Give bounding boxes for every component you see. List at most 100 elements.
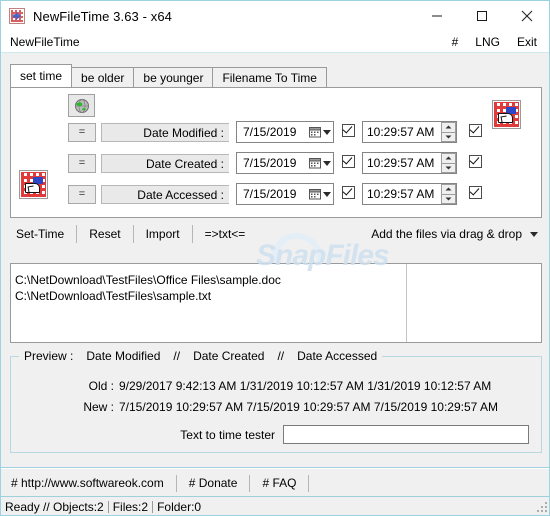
date-created-row: = Date Created : 7/15/2019 10:29:57 AM [11, 152, 541, 176]
drag-drop-label: Add the files via drag & drop [371, 227, 522, 241]
text-to-time-tester-label: Text to time tester [180, 427, 275, 442]
time-input-created[interactable]: 10:29:57 AM [362, 152, 457, 174]
spinner-down-icon[interactable] [441, 163, 456, 173]
operator-button-created[interactable]: = [68, 154, 96, 173]
preview-group: Preview : Date Modified // Date Created … [10, 349, 542, 453]
operator-button-modified[interactable]: = [68, 123, 96, 142]
export-txt-button[interactable]: =>txt<= [193, 225, 258, 243]
preview-legend: Preview : Date Modified // Date Created … [19, 349, 383, 363]
label-date-accessed: Date Accessed : [101, 185, 229, 204]
spinner-up-icon[interactable] [441, 122, 456, 133]
checkbox-time-created[interactable] [469, 155, 482, 168]
chevron-down-icon[interactable] [323, 160, 331, 166]
resize-grip-icon[interactable] [536, 501, 548, 513]
operator-button-accessed[interactable]: = [68, 185, 96, 204]
status-folder: Folder:0 [157, 500, 202, 514]
list-item[interactable]: C:\NetDownload\TestFiles\Office Files\sa… [15, 272, 541, 288]
date-input-modified[interactable]: 7/15/2019 [236, 121, 334, 143]
bottom-separator [1, 467, 549, 469]
tab-be-older[interactable]: be older [71, 67, 135, 87]
text-to-time-tester-row: Text to time tester [11, 425, 541, 444]
date-value-accessed: 7/15/2019 [243, 187, 297, 201]
globe-icon[interactable] [68, 94, 95, 117]
tab-filename-to-time[interactable]: Filename To Time [212, 67, 327, 87]
preview-legend-title: Preview : [24, 349, 74, 363]
time-spinner-created[interactable] [441, 153, 456, 173]
label-date-modified: Date Modified : [101, 123, 229, 142]
time-spinner-accessed[interactable] [441, 184, 456, 204]
chevron-down-icon[interactable] [323, 129, 331, 135]
date-value-created: 7/15/2019 [243, 156, 297, 170]
spinner-down-icon[interactable] [441, 194, 456, 204]
time-input-modified[interactable]: 10:29:57 AM [362, 121, 457, 143]
label-date-created: Date Created : [101, 154, 229, 173]
app-icon [9, 8, 25, 24]
tab-strip: set time be older be younger Filename To… [10, 64, 327, 87]
close-button[interactable] [504, 1, 549, 31]
list-item[interactable]: C:\NetDownload\TestFiles\sample.txt [15, 288, 541, 304]
red-grid-cursor-icon-left[interactable] [19, 170, 48, 199]
reset-button[interactable]: Reset [77, 225, 134, 243]
preview-old-label: Old : [88, 379, 114, 393]
menu-item-hash[interactable]: # [452, 35, 459, 49]
time-spinner-modified[interactable] [441, 122, 456, 142]
spinner-down-icon[interactable] [441, 132, 456, 142]
menu-right-group: # LNG Exit [452, 35, 549, 49]
tab-set-time[interactable]: set time [10, 64, 73, 87]
menu-item-newfiletime[interactable]: NewFileTime [10, 35, 80, 49]
file-list[interactable]: C:\NetDownload\TestFiles\Office Files\sa… [10, 263, 542, 343]
preview-old-row: Old : 9/29/2017 9:42:13 AM 1/31/2019 10:1… [11, 379, 541, 393]
menu-item-exit[interactable]: Exit [517, 35, 537, 49]
preview-legend-sep1: // [173, 349, 181, 363]
status-ready: Ready // Objects:2 [5, 500, 104, 514]
status-divider [107, 501, 109, 513]
date-input-accessed[interactable]: 7/15/2019 [236, 183, 334, 205]
minimize-button[interactable] [414, 1, 459, 31]
spinner-up-icon[interactable] [441, 153, 456, 164]
checkbox-date-created[interactable] [342, 155, 355, 168]
link-softwareok[interactable]: # http://www.softwareok.com [1, 475, 177, 492]
red-grid-cursor-icon-right[interactable] [492, 100, 521, 129]
status-divider [152, 501, 154, 513]
preview-legend-accessed: Date Accessed [297, 349, 378, 363]
set-time-button[interactable]: Set-Time [10, 225, 78, 243]
preview-old-values: 9/29/2017 9:42:13 AM 1/31/2019 10:12:57 … [119, 379, 492, 393]
chevron-down-icon[interactable] [530, 231, 538, 237]
checkbox-date-modified[interactable] [342, 124, 355, 137]
menu-item-lng[interactable]: LNG [475, 35, 500, 49]
set-time-panel: = Date Modified : 7/15/2019 10:29:57 AM [10, 87, 542, 218]
checkbox-time-modified[interactable] [469, 124, 482, 137]
calendar-icon[interactable] [309, 157, 331, 169]
tab-be-younger[interactable]: be younger [133, 67, 214, 87]
status-bar: Ready // Objects:2 Files:2 Folder:0 [1, 496, 549, 515]
menu-bar: NewFileTime # LNG Exit [1, 31, 549, 53]
chevron-down-icon[interactable] [323, 191, 331, 197]
checkbox-date-accessed[interactable] [342, 186, 355, 199]
time-value-created: 10:29:57 AM [367, 156, 435, 170]
app-window: NewFileTime 3.63 - x64 NewFileTime # LNG… [0, 0, 550, 516]
time-input-accessed[interactable]: 10:29:57 AM [362, 183, 457, 205]
time-value-accessed: 10:29:57 AM [367, 187, 435, 201]
status-files: Files:2 [112, 500, 149, 514]
import-button[interactable]: Import [134, 225, 193, 243]
checkbox-time-accessed[interactable] [469, 186, 482, 199]
links-bar: # http://www.softwareok.com # Donate # F… [1, 471, 549, 496]
calendar-icon[interactable] [309, 188, 331, 200]
preview-legend-created: Date Created [193, 349, 265, 363]
time-value-modified: 10:29:57 AM [367, 125, 435, 139]
date-value-modified: 7/15/2019 [243, 125, 297, 139]
window-controls [414, 1, 549, 31]
preview-new-values: 7/15/2019 10:29:57 AM 7/15/2019 10:29:57… [119, 400, 498, 414]
link-faq[interactable]: # FAQ [250, 475, 310, 492]
text-to-time-tester-input[interactable] [283, 425, 529, 444]
file-list-column-divider [406, 264, 407, 342]
window-title: NewFileTime 3.63 - x64 [33, 8, 172, 24]
link-donate[interactable]: # Donate [177, 475, 251, 492]
date-modified-row: = Date Modified : 7/15/2019 10:29:57 AM [11, 121, 541, 145]
date-input-created[interactable]: 7/15/2019 [236, 152, 334, 174]
spinner-up-icon[interactable] [441, 184, 456, 195]
calendar-icon[interactable] [309, 126, 331, 138]
action-bar: Set-Time Reset Import =>txt<= Add the fi… [10, 223, 542, 245]
drag-drop-dropdown[interactable]: Add the files via drag & drop [371, 227, 542, 241]
maximize-button[interactable] [459, 1, 504, 31]
